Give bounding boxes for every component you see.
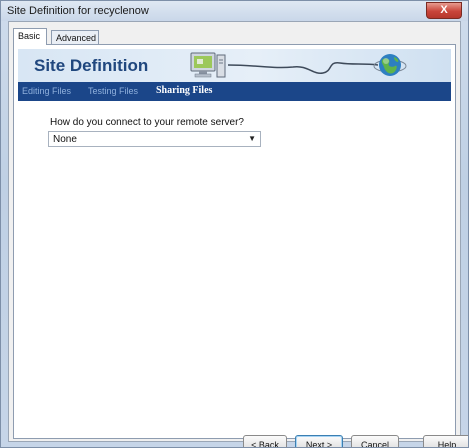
site-definition-dialog: Site Definition for recyclenow X Basic A… (0, 0, 469, 448)
connection-method-select[interactable]: None ▼ (48, 131, 261, 147)
wizard-steps-bar: Editing Files Testing Files Sharing File… (18, 82, 451, 101)
basic-tab-panel: Site Definition Editing Files Testing Fi… (13, 44, 468, 447)
connection-question-label: How do you connect to your remote server… (50, 117, 244, 128)
next-button[interactable]: Next > (295, 435, 343, 447)
connection-method-value: None (53, 134, 77, 145)
computer-icon (190, 52, 226, 78)
window-title: Site Definition for recyclenow (7, 5, 149, 17)
tab-basic[interactable]: Basic (13, 28, 47, 45)
wizard-banner: Site Definition (18, 49, 451, 82)
cable-icon (228, 62, 378, 74)
step-editing-files[interactable]: Editing Files (22, 86, 71, 96)
title-bar[interactable]: Site Definition for recyclenow X (1, 1, 468, 21)
close-icon: X (440, 4, 448, 16)
cancel-button[interactable]: Cancel (351, 435, 399, 447)
back-button[interactable]: < Back (243, 435, 287, 447)
dialog-body: Basic Advanced Site Definition Editing F… (8, 21, 468, 447)
chevron-down-icon: ▼ (248, 134, 256, 143)
banner-title: Site Definition (34, 56, 149, 75)
help-button[interactable]: Help (423, 435, 468, 447)
step-sharing-files[interactable]: Sharing Files (156, 85, 212, 96)
step-testing-files[interactable]: Testing Files (88, 86, 138, 96)
tab-advanced[interactable]: Advanced (51, 30, 99, 44)
close-button[interactable]: X (426, 2, 462, 19)
globe-icon (373, 54, 407, 76)
